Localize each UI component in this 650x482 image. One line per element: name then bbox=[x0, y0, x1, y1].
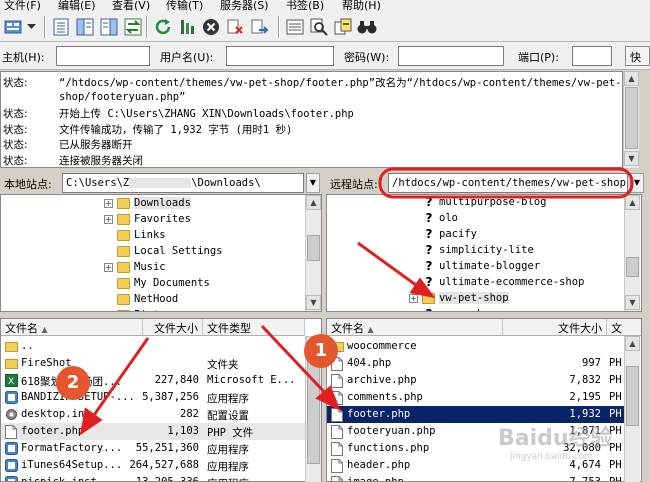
annotation-arrow-line bbox=[90, 337, 150, 419]
annotation-arrowhead bbox=[409, 277, 436, 299]
annotation-badge-1: 1 bbox=[304, 334, 338, 368]
watermark: Baidu经验 bbox=[498, 426, 613, 451]
annotation-arrowhead bbox=[315, 385, 341, 412]
annotation-arrow-line bbox=[357, 241, 421, 290]
annotation-badge-2: 2 bbox=[56, 366, 90, 400]
annotation-arrowhead bbox=[79, 407, 103, 436]
annotation-ring bbox=[378, 167, 634, 199]
annotation-overlay bbox=[79, 167, 634, 436]
watermark-sub: jingyan.baidu.com bbox=[510, 452, 594, 462]
